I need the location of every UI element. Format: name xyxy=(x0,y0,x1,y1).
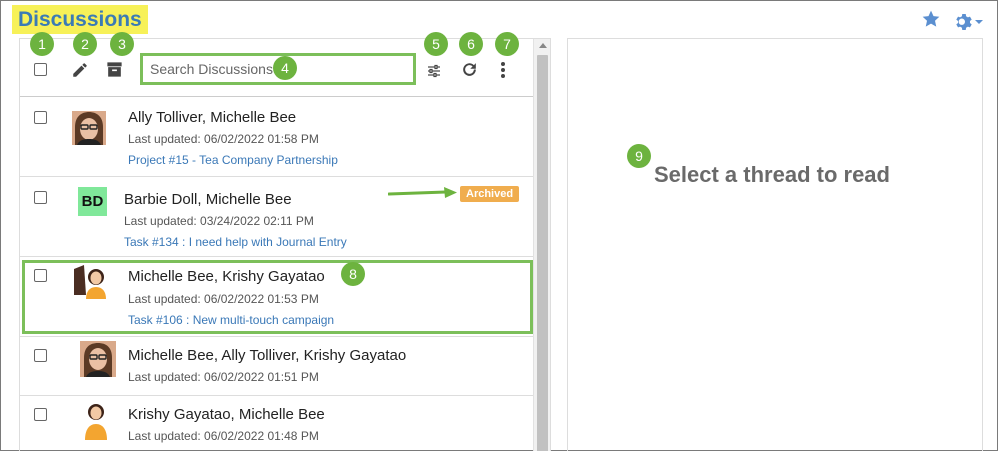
thread-link[interactable]: Task #106 : New multi-touch campaign xyxy=(128,313,334,327)
avatar xyxy=(82,402,110,445)
annotation-marker: 3 xyxy=(110,32,134,56)
thread-updated: Last updated: 06/02/2022 01:51 PM xyxy=(128,370,319,384)
annotation-marker: 7 xyxy=(495,32,519,56)
thread-updated: Last updated: 06/02/2022 01:53 PM xyxy=(128,292,319,306)
avatar xyxy=(74,263,110,304)
thread-participants: Krishy Gayatao, Michelle Bee xyxy=(128,406,325,423)
thread-checkbox[interactable] xyxy=(34,269,47,282)
annotation-marker: 2 xyxy=(73,32,97,56)
scroll-up-arrow-icon[interactable] xyxy=(539,43,547,48)
reading-pane: Select a thread to read xyxy=(567,38,983,451)
annotation-marker: 8 xyxy=(341,262,365,286)
select-all-checkbox[interactable] xyxy=(34,63,47,76)
annotation-marker: 4 xyxy=(273,56,297,80)
thread-updated: Last updated: 03/24/2022 02:11 PM xyxy=(124,214,314,228)
avatar: BD xyxy=(78,187,107,216)
app-frame: Discussions Search Discussions Ally Toll… xyxy=(0,0,998,451)
avatar xyxy=(80,341,116,382)
refresh-icon[interactable] xyxy=(460,60,479,84)
thread-row[interactable]: Krishy Gayatao, Michelle Bee Last update… xyxy=(20,396,533,451)
thread-updated: Last updated: 06/02/2022 01:48 PM xyxy=(128,429,319,443)
archive-box-icon[interactable] xyxy=(105,60,124,84)
avatar xyxy=(72,111,106,150)
gear-icon[interactable] xyxy=(953,11,983,33)
thread-row[interactable]: Ally Tolliver, Michelle Bee Last updated… xyxy=(20,97,533,177)
thread-participants: Barbie Doll, Michelle Bee xyxy=(124,191,292,208)
pencil-icon[interactable] xyxy=(71,61,89,84)
thread-checkbox[interactable] xyxy=(34,408,47,421)
star-icon[interactable] xyxy=(921,9,941,34)
page-title: Discussions xyxy=(12,5,148,34)
header-actions xyxy=(921,9,983,34)
annotation-marker: 9 xyxy=(627,144,651,168)
thread-list-pane: Ally Tolliver, Michelle Bee Last updated… xyxy=(19,38,551,451)
thread-participants: Michelle Bee, Ally Tolliver, Krishy Gaya… xyxy=(128,347,407,364)
thread-participants: Michelle Bee, Krishy Gayatao xyxy=(128,268,325,285)
thread-link[interactable]: Task #134 : I need help with Journal Ent… xyxy=(124,235,347,249)
scroll-thumb[interactable] xyxy=(537,55,548,451)
thread-checkbox[interactable] xyxy=(34,349,47,362)
thread-participants: Ally Tolliver, Michelle Bee xyxy=(128,109,297,126)
annotation-marker: 5 xyxy=(424,32,448,56)
thread-checkbox[interactable] xyxy=(34,191,47,204)
sliders-icon[interactable] xyxy=(427,64,441,83)
thread-updated: Last updated: 06/02/2022 01:58 PM xyxy=(128,132,319,146)
reading-pane-placeholder: Select a thread to read xyxy=(654,162,890,187)
scrollbar[interactable] xyxy=(533,39,550,451)
status-badge: Archived xyxy=(460,186,520,202)
arrow-icon xyxy=(387,186,458,205)
thread-link[interactable]: Project #15 - Tea Company Partnership xyxy=(128,153,338,167)
thread-checkbox[interactable] xyxy=(34,111,47,124)
thread-row[interactable]: Michelle Bee, Krishy Gayatao Last update… xyxy=(20,257,533,337)
thread-row[interactable]: Michelle Bee, Ally Tolliver, Krishy Gaya… xyxy=(20,337,533,396)
annotation-marker: 6 xyxy=(459,32,483,56)
vertical-dots-icon[interactable] xyxy=(500,61,506,84)
chevron-down-icon xyxy=(975,19,983,24)
annotation-marker: 1 xyxy=(30,32,54,56)
